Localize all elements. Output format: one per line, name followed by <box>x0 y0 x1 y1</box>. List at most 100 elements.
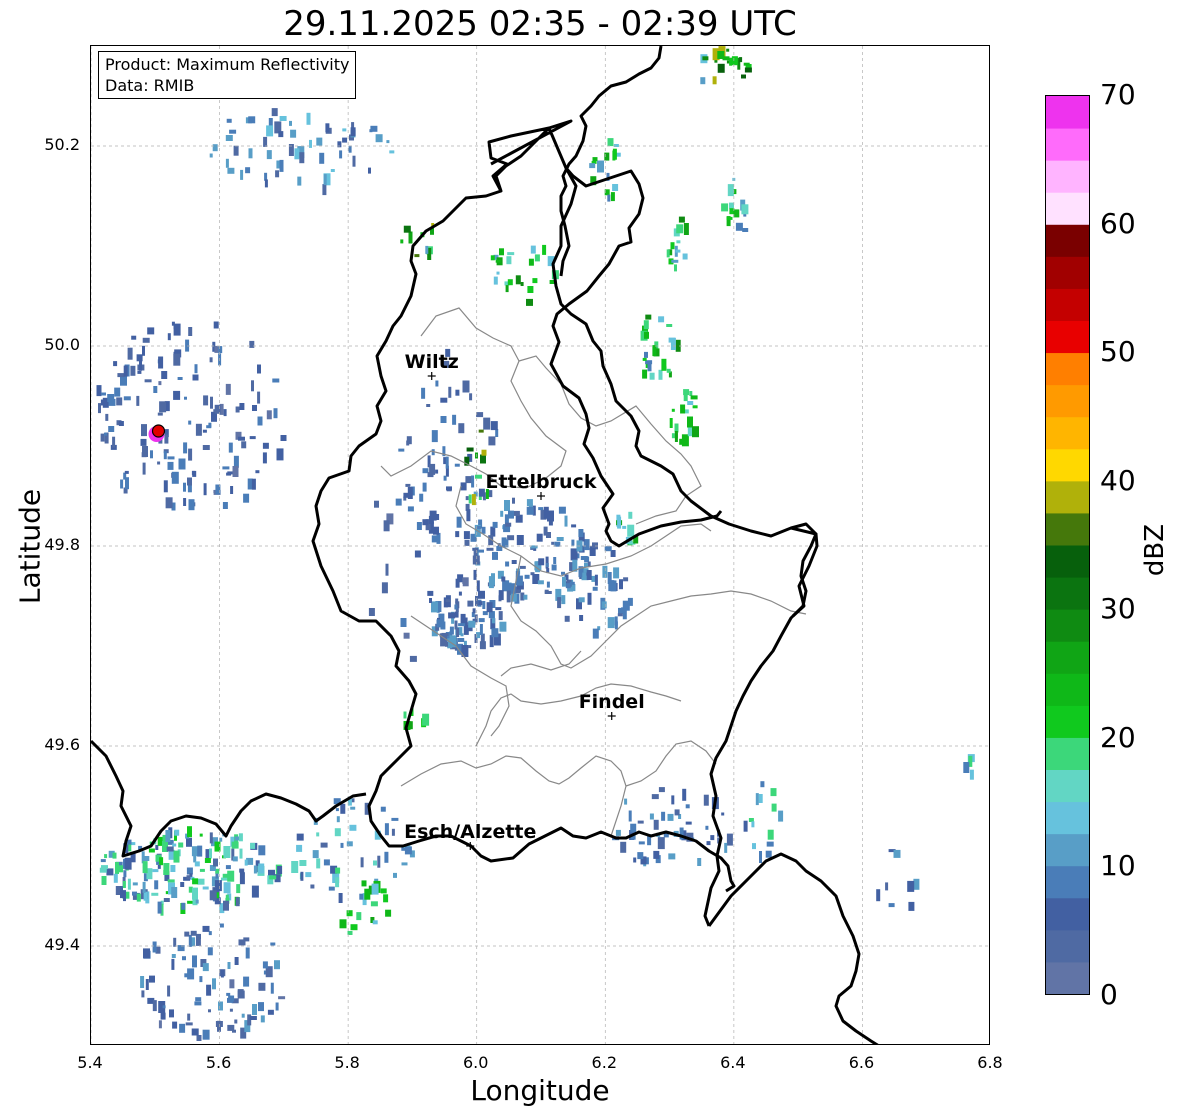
radar-echo-pixel <box>243 976 250 987</box>
radar-echo-pixel <box>428 515 434 524</box>
radar-echo-pixel <box>346 841 353 847</box>
radar-echo-pixel <box>516 535 524 545</box>
colorbar-swatch <box>1046 705 1089 738</box>
radar-echo-pixel <box>199 868 205 872</box>
radar-echo-pixel <box>209 832 213 844</box>
radar-echo-pixel <box>204 858 211 863</box>
radar-site-marker <box>148 424 166 442</box>
radar-echo-pixel <box>167 456 175 460</box>
radar-echo-pixel <box>963 762 970 773</box>
radar-echo-pixel <box>594 574 598 586</box>
colorbar-swatch <box>1046 577 1089 610</box>
radar-echo-pixel <box>907 880 915 892</box>
radar-echo-pixel <box>225 135 233 141</box>
radar-echo-pixel <box>490 255 495 261</box>
radar-echo-pixel <box>483 417 491 430</box>
radar-echo-pixel <box>141 424 147 437</box>
radar-echo-pixel <box>252 1004 257 1015</box>
radar-echo-pixel <box>209 357 213 363</box>
canton-border-line <box>380 307 567 489</box>
radar-echo-pixel <box>653 819 659 830</box>
radar-echo-pixel <box>222 502 228 509</box>
radar-echo-pixel <box>454 463 460 467</box>
radar-echo-pixel <box>729 57 733 66</box>
radar-echo-pixel <box>238 939 246 946</box>
radar-echo-pixel <box>299 152 305 164</box>
belgium-border-southwest <box>91 739 367 858</box>
radar-site-dot[interactable] <box>151 424 166 438</box>
radar-echo-pixel <box>310 884 315 889</box>
radar-echo-pixel <box>425 245 429 254</box>
colorbar-swatch <box>1046 480 1089 514</box>
radar-echo-pixel <box>227 167 235 174</box>
radar-echo-pixel <box>309 139 312 148</box>
radar-echo-pixel <box>167 333 171 341</box>
radar-echo-pixel <box>142 861 148 874</box>
radar-echo-pixel <box>266 410 272 420</box>
radar-echo-pixel <box>238 436 245 441</box>
radar-echo-pixel <box>752 843 756 850</box>
radar-echo-pixel <box>407 506 414 512</box>
radar-echo-pixel <box>682 253 688 260</box>
radar-echo-pixel <box>589 548 596 556</box>
radar-echo-pixel <box>173 353 181 366</box>
radar-echo-pixel <box>524 574 530 579</box>
radar-echo-pixel <box>515 275 521 285</box>
radar-echo-pixel <box>267 1009 274 1015</box>
radar-echo-pixel <box>194 861 200 867</box>
radar-map[interactable]: Wiltz Ettelbruck Findel Esch/Alzette <box>90 45 990 1045</box>
radar-echo-pixel <box>143 891 148 901</box>
radar-echo-pixel <box>188 499 195 511</box>
radar-echo-pixel <box>610 580 617 592</box>
radar-echo-pixel <box>213 858 218 867</box>
radar-echo-pixel <box>564 515 568 527</box>
radar-echo-pixel <box>547 510 554 522</box>
radar-echo-pixel <box>587 592 592 605</box>
product-label: Product: Maximum Reflectivity <box>105 55 350 74</box>
radar-echo-pixel <box>264 179 268 188</box>
radar-echo-pixel <box>404 846 412 855</box>
radar-echo-pixel <box>692 405 698 409</box>
radar-echo-pixel <box>342 137 348 143</box>
radar-echo-pixel <box>488 436 496 446</box>
radar-echo-pixel <box>546 581 550 588</box>
radar-echo-pixel <box>678 216 685 223</box>
radar-echo-pixel <box>210 396 213 409</box>
radar-echo-pixel <box>127 878 131 890</box>
radar-echo-pixel <box>251 380 254 392</box>
radar-echo-pixel <box>519 565 526 569</box>
radar-echo-pixel <box>202 1029 210 1040</box>
radar-echo-pixel <box>666 324 673 327</box>
radar-echo-pixel <box>643 320 649 330</box>
radar-echo-pixel <box>500 510 504 517</box>
radar-echo-pixel <box>408 231 413 244</box>
radar-echo-pixel <box>335 867 341 874</box>
radar-echo-pixel <box>561 595 566 605</box>
radar-echo-pixel <box>377 855 381 868</box>
colorbar-swatches <box>1046 96 1089 995</box>
radar-echo-pixel <box>414 550 421 558</box>
y-tick-label: 49.6 <box>44 735 80 754</box>
radar-echo-pixel <box>458 423 465 434</box>
radar-echo-pixel <box>249 1016 257 1020</box>
radar-echo-pixel <box>744 67 752 73</box>
radar-echo-pixel <box>526 506 534 515</box>
france-border-south <box>707 852 879 1044</box>
radar-echo-pixel <box>152 1000 157 1012</box>
radar-echo-pixel <box>710 835 715 841</box>
radar-echo-pixel <box>183 498 187 506</box>
radar-echo-pixel <box>100 859 106 863</box>
radar-echo-pixel <box>465 496 469 501</box>
radar-echo-pixel <box>498 590 504 601</box>
radar-echo-pixel <box>178 842 184 848</box>
city-marker: Wiltz <box>405 351 459 380</box>
radar-echo-pixel <box>359 893 364 900</box>
y-axis-label: Latitude <box>13 488 47 605</box>
radar-echo-pixel <box>419 493 424 502</box>
radar-echo-pixel <box>101 392 106 396</box>
radar-echo-pixel <box>187 1013 191 1021</box>
radar-echo-pixel <box>323 859 330 866</box>
radar-echo-pixel <box>123 870 127 878</box>
radar-echo-pixel <box>248 148 253 159</box>
radar-echo-pixel <box>269 875 277 880</box>
